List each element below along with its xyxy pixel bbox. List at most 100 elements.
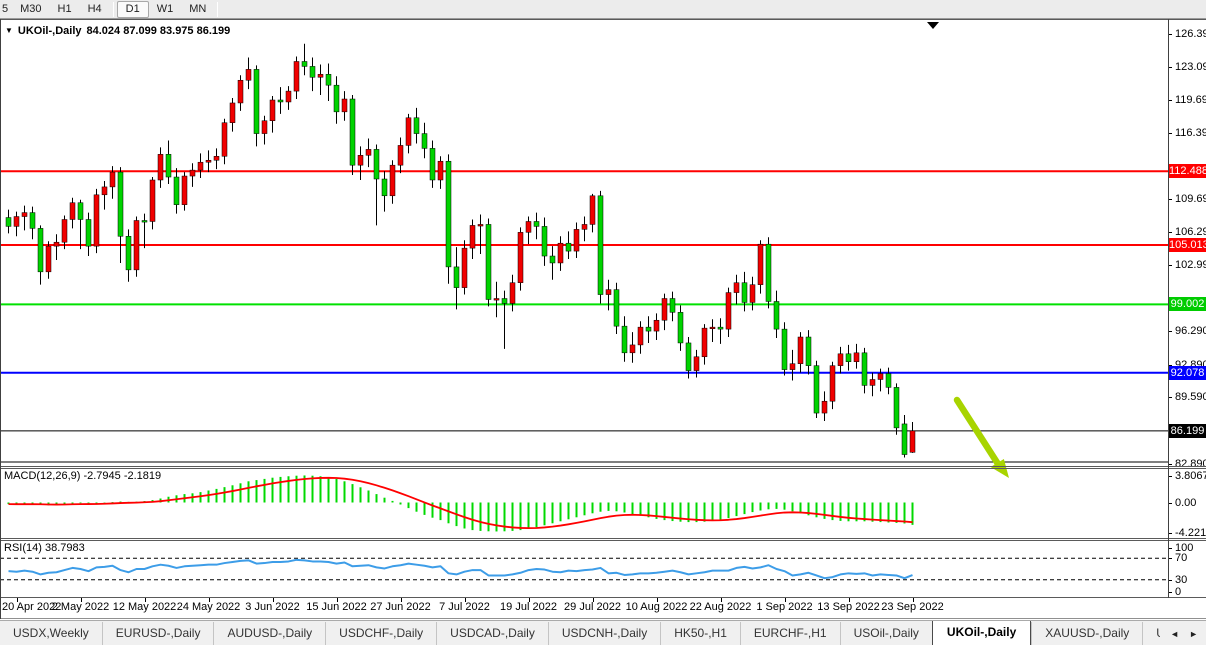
- candle-body: [446, 161, 451, 267]
- period-h4-button[interactable]: H4: [80, 1, 110, 18]
- date-tick-label: 29 Jul 2022: [564, 601, 621, 613]
- candle-body: [54, 242, 59, 246]
- candle-body: [838, 354, 843, 366]
- main-macd-separator[interactable]: [0, 466, 1206, 467]
- chart-symbol-label: UKOil-,Daily: [18, 25, 82, 37]
- candle-body: [862, 353, 867, 386]
- tab-eurchf-h1[interactable]: EURCHF-,H1: [740, 622, 840, 645]
- date-tick-label: 1 Sep 2022: [756, 601, 812, 613]
- period-d1-button[interactable]: D1: [117, 1, 149, 18]
- price-level-label: 112.488: [1169, 164, 1206, 178]
- period-h1-button[interactable]: H1: [50, 1, 80, 18]
- tab-usdx-weekly[interactable]: USDX,Weekly: [0, 622, 102, 645]
- date-tick-label: 2 May 2022: [52, 601, 109, 613]
- candle-body: [102, 187, 107, 195]
- tab-usoil-daily[interactable]: USOil-,Daily: [840, 622, 932, 645]
- date-tick-label: 23 Sep 2022: [881, 601, 943, 613]
- date-tick-label: 3 Jun 2022: [245, 601, 299, 613]
- candles: [6, 44, 915, 458]
- tab-xauusd-daily[interactable]: XAUUSD-,Daily: [1031, 622, 1142, 645]
- period-m30-button[interactable]: M30: [12, 1, 49, 18]
- candle-body: [606, 290, 611, 295]
- price-chart[interactable]: [0, 19, 1168, 598]
- macd-histogram: [9, 475, 913, 531]
- candle-body: [334, 85, 339, 112]
- candle-body: [22, 213, 27, 217]
- candle-body: [126, 236, 131, 270]
- candle-body: [470, 225, 475, 248]
- candle-body: [518, 232, 523, 282]
- candle-body: [358, 155, 363, 165]
- main-macd-separator-shadow: [0, 468, 1206, 469]
- tab-usdcad-daily[interactable]: USDCAD-,Daily: [436, 622, 548, 645]
- price-tick-label: 119.690: [1175, 94, 1206, 106]
- rsi-levels: [0, 558, 1168, 580]
- candle-body: [142, 220, 147, 222]
- candle-body: [462, 248, 467, 288]
- candle-body: [14, 217, 19, 227]
- candle-body: [902, 424, 907, 455]
- candle-body: [798, 337, 803, 364]
- tab-usdcnh-daily[interactable]: USDCNH-,Daily: [548, 622, 660, 645]
- rsi-indicator-label: RSI(14) 38.7983: [4, 542, 85, 554]
- date-axis[interactable]: 20 Apr 20222 May 202212 May 202224 May 2…: [0, 598, 1206, 619]
- macd-indicator-label: MACD(12,26,9) -2.7945 -2.1819: [4, 470, 161, 482]
- candle-body: [78, 203, 83, 220]
- chart-left-border: [0, 19, 1, 619]
- chart-top-border: [0, 19, 1206, 20]
- rsi-axis-label: 70: [1175, 552, 1187, 564]
- price-level-label: 99.002: [1169, 297, 1206, 311]
- candle-body: [886, 374, 891, 388]
- candle-body: [742, 283, 747, 303]
- date-tick-label: 22 Aug 2022: [690, 601, 752, 613]
- candle-body: [670, 299, 675, 313]
- candle-body: [6, 218, 11, 227]
- candle-body: [782, 329, 787, 369]
- price-axis[interactable]: 126.390123.090119.690116.390109.690106.2…: [1168, 19, 1206, 599]
- tab-ukoil-daily[interactable]: UKOil-,Daily: [932, 620, 1031, 645]
- date-tick-label: 27 Jun 2022: [370, 601, 431, 613]
- candle-body: [198, 162, 203, 170]
- tab-usdchf-daily[interactable]: USDCHF-,Daily: [325, 622, 436, 645]
- candle-body: [758, 244, 763, 284]
- tab-eurusd-daily[interactable]: EURUSD-,Daily: [102, 622, 214, 645]
- tab-scroll-right-icon[interactable]: ►: [1189, 629, 1198, 639]
- candle-body: [822, 401, 827, 413]
- macd-rsi-separator-shadow: [0, 540, 1206, 541]
- chart-window[interactable]: ▼ UKOil-,Daily 84.024 87.099 83.975 86.1…: [0, 19, 1206, 619]
- candle-body: [414, 118, 419, 134]
- candle-body: [910, 431, 915, 452]
- macd-rsi-separator[interactable]: [0, 538, 1206, 539]
- candle-body: [350, 99, 355, 165]
- chart-collapse-icon[interactable]: ▼: [5, 27, 13, 35]
- date-tick-label: 15 Jun 2022: [306, 601, 367, 613]
- candle-body: [830, 366, 835, 402]
- trading-terminal: 5M30H1H4 D1W1MN ▼ UKOil-,Daily 84.024 87.…: [0, 0, 1206, 645]
- tab-scroll-left-icon[interactable]: ◄: [1170, 629, 1179, 639]
- macd-axis-label: 3.8067: [1175, 470, 1206, 482]
- candle-body: [766, 244, 771, 301]
- candle-body: [790, 364, 795, 370]
- candle-body: [214, 156, 219, 160]
- candle-body: [710, 327, 715, 329]
- tab-audusd-daily[interactable]: AUDUSD-,Daily: [213, 622, 325, 645]
- candle-body: [382, 179, 387, 196]
- candle-body: [278, 100, 283, 102]
- candle-body: [478, 224, 483, 226]
- candle-body: [46, 246, 51, 272]
- rsi-axis-label: 30: [1175, 574, 1187, 586]
- tab-hk50-h1[interactable]: HK50-,H1: [660, 622, 740, 645]
- price-tick-label: 109.690: [1175, 193, 1206, 205]
- period-mn-button[interactable]: MN: [181, 1, 214, 18]
- candle-body: [262, 121, 267, 134]
- period-m5-button[interactable]: 5: [0, 1, 12, 18]
- candle-body: [302, 61, 307, 66]
- candle-body: [630, 345, 635, 353]
- candle-body: [598, 196, 603, 295]
- date-tick-label: 19 Jul 2022: [500, 601, 557, 613]
- candle-body: [230, 103, 235, 123]
- candle-body: [366, 149, 371, 155]
- period-w1-button[interactable]: W1: [149, 1, 182, 18]
- horizontal-level-lines: [0, 171, 1168, 462]
- price-tick-label: 123.090: [1175, 61, 1206, 73]
